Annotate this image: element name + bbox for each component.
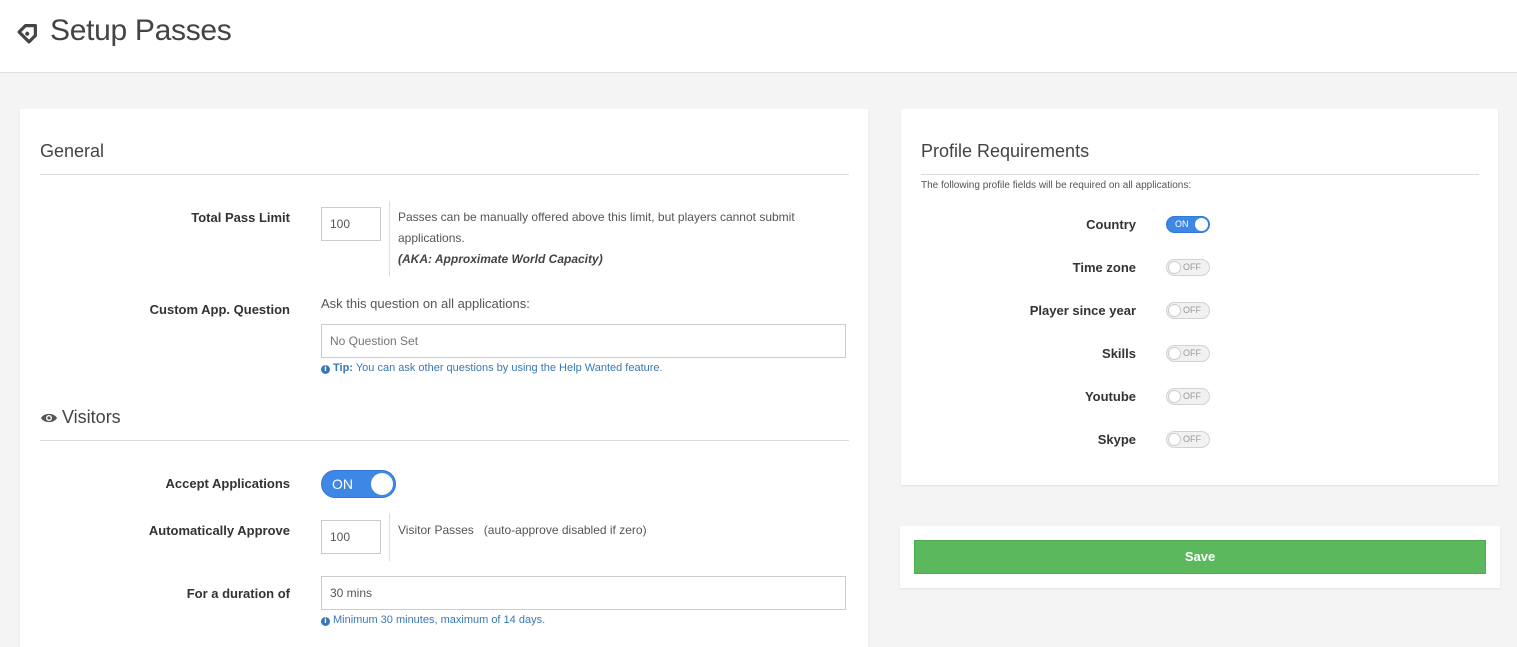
profile-requirements-title: Profile Requirements [921, 141, 1090, 161]
requirement-toggle-time-zone[interactable]: OFF [1166, 259, 1210, 276]
help-line: Passes can be manually offered above thi… [398, 210, 795, 224]
custom-question-tip: i Tip: You can ask other questions by usi… [321, 362, 663, 374]
help-line: applications. [398, 231, 465, 245]
toggle-knob [1168, 433, 1181, 446]
toggle-knob [1168, 347, 1181, 360]
duration-input[interactable] [321, 576, 846, 610]
divider [40, 440, 849, 441]
info-icon: i [321, 617, 330, 626]
total-pass-limit-label: Total Pass Limit [191, 210, 290, 225]
requirement-label-youtube: Youtube [1084, 389, 1136, 404]
general-panel: General Total Pass Limit Passes can be m… [20, 109, 868, 647]
requirement-label-skype: Skype [1097, 432, 1136, 447]
profile-requirements-subtitle: The following profile fields will be req… [921, 180, 1192, 191]
duration-label: For a duration of [186, 586, 290, 601]
toggle-state: OFF [1183, 348, 1201, 358]
toggle-knob [1195, 218, 1208, 231]
accept-applications-toggle[interactable]: ON [321, 470, 396, 498]
duration-hint: i Minimum 30 minutes, maximum of 14 days. [321, 614, 545, 626]
auto-approve-help: Visitor Passes (auto-approve disabled if… [398, 523, 647, 537]
save-panel: Save [900, 526, 1500, 588]
toggle-knob [1168, 304, 1181, 317]
requirement-label-player-since-year: Player since year [1029, 303, 1136, 318]
tip-label: Tip: [333, 362, 353, 374]
accept-applications-label: Accept Applications [165, 476, 290, 491]
divider [389, 513, 390, 561]
toggle-state: OFF [1183, 305, 1201, 315]
requirement-toggle-skype[interactable]: OFF [1166, 431, 1210, 448]
auto-approve-input[interactable] [321, 520, 381, 554]
page-title: Setup Passes [50, 14, 232, 47]
eye-icon [41, 413, 57, 423]
toggle-state: ON [1175, 219, 1189, 229]
requirement-label-time-zone: Time zone [1072, 260, 1136, 275]
save-button[interactable]: Save [914, 540, 1486, 574]
profile-requirements-panel: Profile Requirements The following profi… [901, 109, 1498, 485]
custom-question-prompt: Ask this question on all applications: [321, 296, 530, 311]
requirement-label-country: Country [1086, 217, 1136, 232]
toggle-state: OFF [1183, 391, 1201, 401]
visitors-section-title: Visitors [62, 407, 121, 427]
general-section-title: General [40, 141, 105, 161]
toggle-state: OFF [1183, 434, 1201, 444]
total-pass-limit-input[interactable] [321, 207, 381, 241]
info-icon: i [321, 365, 330, 374]
requirement-toggle-player-since-year[interactable]: OFF [1166, 302, 1210, 319]
divider [389, 201, 390, 276]
help-note: (AKA: Approximate World Capacity) [398, 252, 603, 266]
toggle-knob [1168, 261, 1181, 274]
toggle-state: ON [332, 476, 353, 492]
custom-question-label: Custom App. Question [149, 302, 290, 317]
requirement-toggle-country[interactable]: ON [1166, 216, 1210, 233]
tip-text: You can ask other questions by using the… [355, 362, 663, 374]
custom-question-input[interactable] [321, 324, 846, 358]
requirement-toggle-youtube[interactable]: OFF [1166, 388, 1210, 405]
requirement-toggle-skills[interactable]: OFF [1166, 345, 1210, 362]
toggle-knob [371, 473, 393, 495]
divider [40, 174, 849, 175]
toggle-knob [1168, 390, 1181, 403]
divider [921, 174, 1479, 175]
requirement-label-skills: Skills [1102, 346, 1136, 361]
tag-icon [17, 24, 37, 44]
auto-approve-label: Automatically Approve [148, 523, 290, 538]
toggle-state: OFF [1183, 262, 1201, 272]
total-pass-limit-help: Passes can be manually offered above thi… [398, 207, 838, 270]
hint-text: Minimum 30 minutes, maximum of 14 days. [333, 614, 546, 626]
page-header: Setup Passes [0, 0, 1517, 73]
